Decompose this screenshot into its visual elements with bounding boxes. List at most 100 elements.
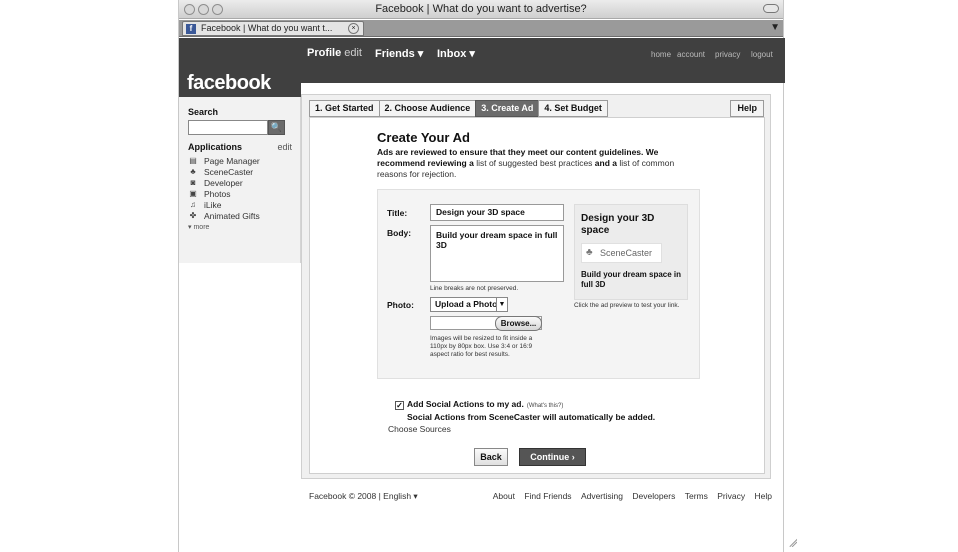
- sidebar-item-page-manager[interactable]: ▤ Page Manager: [188, 155, 292, 166]
- more-link[interactable]: ▾ more: [188, 223, 292, 231]
- sidebar-item-developer[interactable]: ◙ Developer: [188, 177, 292, 188]
- ilike-icon: ♫: [190, 200, 196, 209]
- create-ad-form: Create Your Ad Ads are reviewed to ensur…: [309, 117, 765, 474]
- choose-sources-link[interactable]: Choose Sources: [388, 424, 451, 434]
- nav-logout-link[interactable]: logout: [751, 50, 773, 59]
- footer-link-about[interactable]: About: [493, 491, 515, 501]
- nav-privacy-link[interactable]: privacy: [715, 50, 740, 59]
- body-label: Body:: [387, 228, 412, 238]
- chevron-right-icon: ›: [571, 452, 575, 462]
- facebook-logo[interactable]: facebook: [179, 38, 301, 97]
- browse-button[interactable]: Browse...: [495, 316, 542, 331]
- applications-list: Applications edit ▤ Page Manager ♣ SceneCa…: [188, 142, 292, 231]
- sidebar-item-ilike[interactable]: ♫ iLike: [188, 199, 292, 210]
- preview-image: ♣ SceneCaster: [581, 243, 662, 263]
- intro-text-b: and a: [592, 158, 620, 168]
- sidebar: facebook Search 🔍 Applications edit ▤ Pag…: [179, 38, 301, 263]
- toolbar-toggle-button[interactable]: [763, 4, 779, 13]
- photo-select[interactable]: Upload a Photo ▼: [430, 297, 508, 312]
- scenecaster-logo-icon: ♣: [586, 247, 593, 258]
- top-navigation: Profile edit Friends ▾ Inbox ▾ home accou…: [301, 38, 785, 83]
- help-button[interactable]: Help: [730, 100, 764, 117]
- tab-choose-audience[interactable]: 2. Choose Audience: [378, 100, 477, 117]
- search-input[interactable]: [188, 120, 268, 135]
- sidebar-item-animated-gifts[interactable]: ✤ Animated Gifts: [188, 210, 292, 221]
- resize-grip-icon[interactable]: [788, 538, 797, 547]
- preview-body: Build your dream space in full 3D: [581, 270, 682, 289]
- chevron-down-icon: ▾: [417, 48, 424, 60]
- intro-text: Ads are reviewed to ensure that they mee…: [377, 147, 677, 180]
- tab-menu-icon[interactable]: ▼: [770, 22, 780, 33]
- footer-link-help[interactable]: Help: [755, 491, 772, 501]
- social-actions-label: Add Social Actions to my ad. (What's this…: [407, 399, 563, 409]
- back-button[interactable]: Back: [474, 448, 508, 466]
- applications-edit-link[interactable]: edit: [277, 142, 292, 152]
- best-practices-link[interactable]: list of suggested best practices: [476, 158, 592, 168]
- footer-link-find-friends[interactable]: Find Friends: [524, 491, 571, 501]
- tab-get-started[interactable]: 1. Get Started: [309, 100, 380, 117]
- photo-select-value: Upload a Photo: [435, 299, 498, 309]
- title-label: Title:: [387, 208, 408, 218]
- nav-profile-edit[interactable]: edit: [344, 47, 362, 59]
- applications-header: Applications edit: [188, 142, 292, 152]
- footer-link-privacy[interactable]: Privacy: [717, 491, 745, 501]
- nav-friends[interactable]: Friends ▾: [375, 47, 423, 60]
- app-label: SceneCaster: [204, 166, 254, 177]
- scenecaster-icon: ♣: [190, 167, 196, 176]
- nav-friends-label: Friends: [375, 48, 415, 60]
- ad-fields: Title: Design your 3D space Body: Build …: [377, 189, 700, 379]
- window-title: Facebook | What do you want to advertise…: [375, 3, 587, 15]
- footer-copyright: Facebook © 2008: [309, 491, 377, 501]
- app-label: Animated Gifts: [204, 210, 260, 221]
- page-title: Create Your Ad: [377, 130, 470, 145]
- title-field[interactable]: Design your 3D space: [430, 204, 564, 221]
- footer-link-advertising[interactable]: Advertising: [581, 491, 623, 501]
- app-label: Page Manager: [204, 155, 260, 166]
- body-field[interactable]: Build your dream space in full 3D: [430, 225, 564, 282]
- social-actions-text: Add Social Actions to my ad.: [407, 399, 524, 409]
- body-hint: Line breaks are not preserved.: [430, 285, 519, 292]
- social-actions-checkbox[interactable]: ✓: [395, 401, 404, 410]
- nav-account-link[interactable]: account: [677, 50, 705, 59]
- ad-creation-panel: 1. Get Started 2. Choose Audience 3. Cre…: [301, 94, 771, 479]
- tab-create-ad[interactable]: 3. Create Ad: [475, 100, 540, 117]
- footer-link-developers[interactable]: Developers: [632, 491, 675, 501]
- preview-hint: Click the ad preview to test your link.: [574, 302, 680, 309]
- footer-links: About Find Friends Advertising Developer…: [486, 491, 772, 501]
- browser-tab-label: Facebook | What do you want t...: [201, 23, 333, 33]
- more-label: more: [193, 224, 210, 231]
- continue-button[interactable]: Continue ›: [519, 448, 586, 466]
- animated-gifts-icon: ✤: [189, 211, 197, 220]
- tab-set-budget[interactable]: 4. Set Budget: [538, 100, 608, 117]
- ad-preview[interactable]: Design your 3D space ♣ SceneCaster Build …: [574, 204, 688, 300]
- sidebar-item-scenecaster[interactable]: ♣ SceneCaster: [188, 166, 292, 177]
- preview-logo-text: SceneCaster: [600, 248, 653, 258]
- developer-icon: ◙: [190, 178, 196, 187]
- nav-profile[interactable]: Profile edit: [307, 47, 362, 59]
- tab-bar: f Facebook | What do you want t... × ▼: [179, 20, 783, 37]
- app-label: Photos: [204, 188, 231, 199]
- photo-label: Photo:: [387, 300, 414, 310]
- continue-label: Continue: [530, 452, 570, 462]
- nav-inbox[interactable]: Inbox ▾: [437, 47, 475, 60]
- facebook-favicon-icon: f: [186, 24, 196, 34]
- app-label: Developer: [204, 177, 243, 188]
- language-link[interactable]: English ▾: [383, 491, 418, 501]
- sidebar-item-photos[interactable]: ▣ Photos: [188, 188, 292, 199]
- footer-link-terms[interactable]: Terms: [685, 491, 708, 501]
- browser-window: Facebook | What do you want to advertise…: [178, 0, 797, 552]
- tab-close-icon[interactable]: ×: [348, 23, 359, 34]
- whats-this-link[interactable]: (What's this?): [527, 403, 564, 409]
- photo-hint: Images will be resized to fit inside a 1…: [430, 335, 533, 358]
- search-icon[interactable]: 🔍: [268, 120, 285, 135]
- step-tabs: 1. Get Started 2. Choose Audience 3. Cre…: [309, 100, 608, 117]
- nav-home-link[interactable]: home: [651, 50, 671, 59]
- preview-title: Design your 3D space: [581, 213, 655, 236]
- chevron-down-icon: ▾: [469, 48, 475, 60]
- photos-icon: ▣: [189, 189, 197, 198]
- applications-heading: Applications: [188, 142, 243, 152]
- browser-tab[interactable]: f Facebook | What do you want t... ×: [182, 21, 364, 36]
- app-label: iLike: [204, 199, 222, 210]
- search-label: Search: [188, 107, 219, 117]
- nav-inbox-label: Inbox: [437, 48, 467, 60]
